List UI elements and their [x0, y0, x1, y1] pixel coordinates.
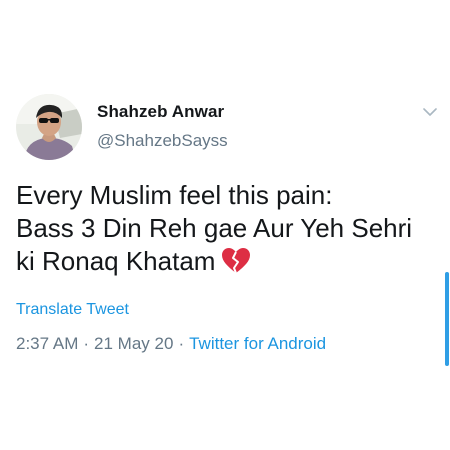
- tweet-time[interactable]: 2:37 AM: [16, 334, 78, 353]
- broken-heart-icon: [221, 247, 251, 282]
- tweet-meta: 2:37 AM · 21 May 20 · Twitter for Android: [16, 334, 326, 354]
- tweet-card: Shahzeb Anwar @ShahzebSayss Every Muslim…: [0, 0, 450, 450]
- tweet-text-line: ki Ronaq Khatam: [16, 246, 216, 276]
- tweet-text: Every Muslim feel this pain: Bass 3 Din …: [16, 179, 436, 282]
- tweet-text-line-last: ki Ronaq Khatam: [16, 245, 436, 282]
- separator: ·: [83, 334, 90, 353]
- tweet-text-line: Every Muslim feel this pain:: [16, 180, 333, 210]
- scrollbar[interactable]: [445, 272, 449, 366]
- user-handle[interactable]: @ShahzebSayss: [97, 131, 228, 151]
- tweet-date[interactable]: 21 May 20: [94, 334, 173, 353]
- translate-tweet-link[interactable]: Translate Tweet: [16, 301, 129, 319]
- chevron-down-icon[interactable]: [423, 104, 437, 116]
- tweet-text-line: Bass 3 Din Reh gae Aur Yeh Sehri: [16, 213, 413, 243]
- avatar[interactable]: [16, 94, 82, 160]
- tweet-source-link[interactable]: Twitter for Android: [189, 334, 326, 353]
- separator: ·: [178, 334, 185, 353]
- user-display-name[interactable]: Shahzeb Anwar: [97, 102, 224, 122]
